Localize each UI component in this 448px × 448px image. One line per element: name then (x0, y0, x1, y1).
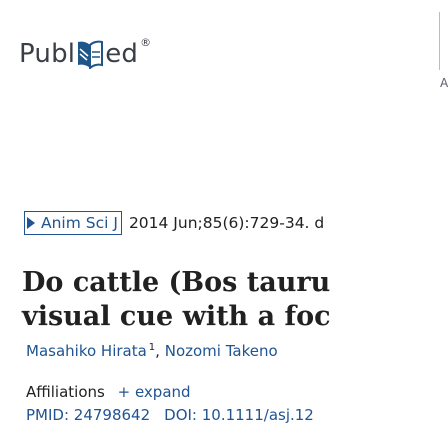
doi-link[interactable]: DOI: 10.1111/asj.12 (164, 406, 314, 424)
journal-dropdown-button[interactable]: Anim Sci J (24, 211, 122, 235)
advanced-link-fragment[interactable]: A (440, 76, 448, 90)
pmid-link[interactable]: PMID: 24798642 (26, 406, 150, 424)
logo-text-publ: Publ (19, 39, 76, 69)
article-title: Do cattle (Bos tauru visual cue with a f… (22, 266, 448, 334)
logo-text-ed: ed (105, 39, 139, 69)
pubmed-book-icon (78, 40, 104, 69)
search-box-edge[interactable] (439, 12, 440, 70)
citation-line: Anim Sci J 2014 Jun;85(6):729-34. d (24, 211, 324, 235)
affiliations-label: Affiliations (26, 383, 105, 401)
title-line-1: Do cattle (Bos tauru (22, 267, 331, 298)
affiliation-ref[interactable]: 1 (149, 342, 155, 353)
registered-mark: ® (140, 35, 152, 49)
author-link[interactable]: Masahiko Hirata (26, 342, 147, 360)
identifiers-row: PMID: 24798642 DOI: 10.1111/asj.12 (26, 406, 314, 424)
triangle-right-icon (27, 217, 35, 229)
author-separator: , (155, 342, 165, 360)
citation-details: 2014 Jun;85(6):729-34. d (128, 214, 325, 232)
title-line-2: visual cue with a foc (22, 301, 331, 332)
author-list: Masahiko Hirata 1, Nozomi Takeno (26, 342, 278, 360)
affiliations-row: Affiliations + expand (26, 383, 191, 401)
author-link[interactable]: Nozomi Takeno (165, 342, 278, 360)
expand-affiliations-button[interactable]: + expand (118, 383, 191, 401)
journal-name: Anim Sci J (41, 214, 118, 232)
pubmed-logo[interactable]: Publ ed ® (19, 34, 151, 74)
